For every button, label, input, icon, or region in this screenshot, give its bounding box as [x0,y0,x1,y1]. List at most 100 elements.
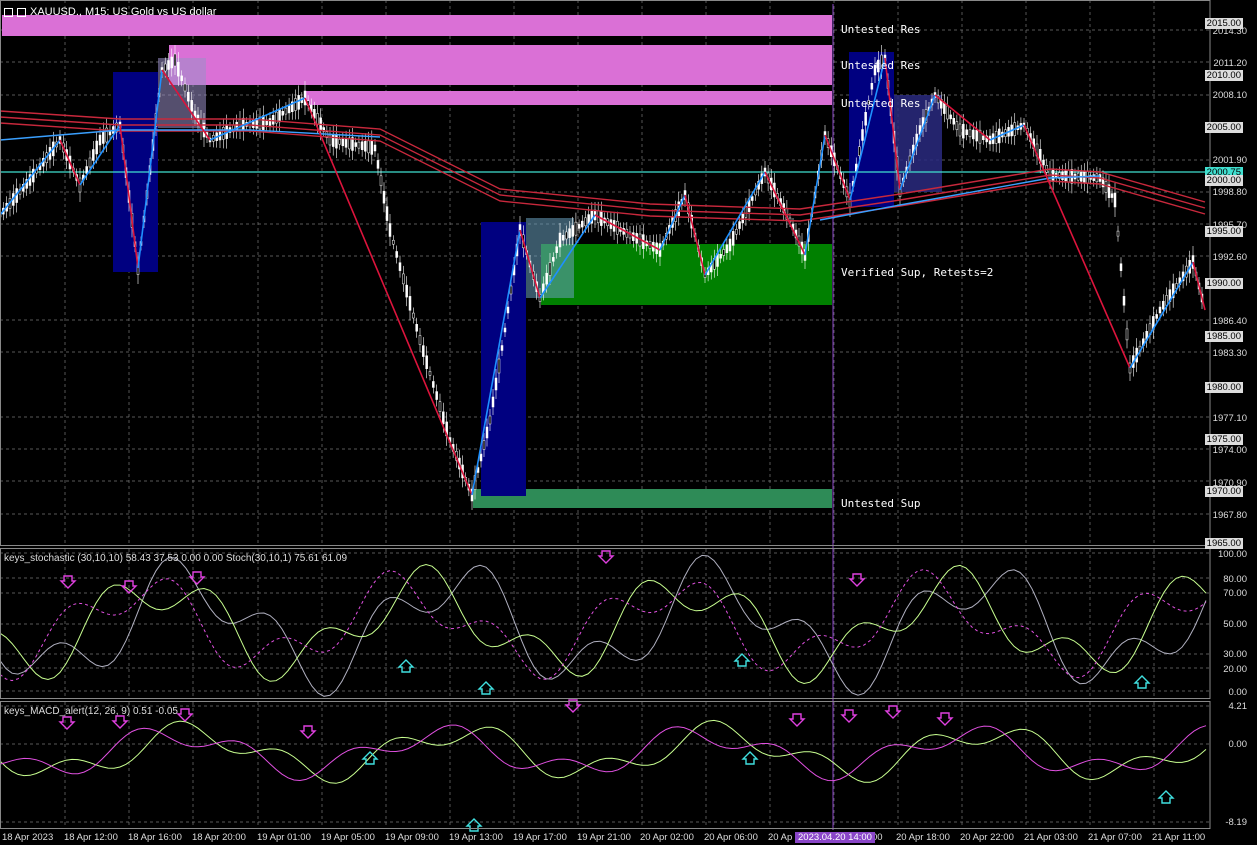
price-tag: 1965.00 [1204,538,1243,549]
time-label: 21 Apr 07:00 [1088,832,1142,843]
candle-body [167,60,170,70]
candle-body [952,118,955,125]
candle-body [354,142,357,147]
candle-body [735,228,738,235]
chart-canvas[interactable] [0,0,1257,845]
candle-body [428,371,432,376]
candle-body [479,453,483,462]
zone-label-sup-untested: Untested Sup [841,497,921,510]
macd-axis-label: 4.21 [1228,701,1248,712]
candle-body [506,306,510,314]
price-tag: 2000.00 [1204,175,1243,186]
arrow-up-icon [733,653,751,667]
candle-body [271,115,275,125]
candle-body [958,123,962,137]
time-label: 18 Apr 2023 [2,832,54,843]
candle-body [294,98,297,111]
price-tag: 1995.00 [1204,226,1243,237]
candle-body [561,234,565,241]
candle-body [1104,181,1108,193]
zone-label-res-3: Untested Res [841,97,921,110]
arrow-down-icon [176,708,194,722]
impulse-box [481,222,526,496]
price-label: 2001.90 [1212,155,1247,166]
candle-body [398,262,402,271]
candle-body [438,401,442,412]
candle-body [170,56,173,69]
candle-body [102,131,105,144]
candle-body [1122,296,1126,306]
macd-label: keys_MACD_alert(12, 26, 9) 0.51 -0.05 [4,706,178,717]
chart-window-icon-2[interactable] [17,7,26,17]
candle-body [1116,230,1120,237]
candle-body [728,238,732,252]
time-label: 19 Apr 01:00 [257,832,311,843]
candle-body [719,254,722,259]
candle-body [975,129,978,142]
time-label: 20 Apr 18:00 [896,832,950,843]
candle-body [425,355,428,369]
arrow-down-icon [936,712,954,726]
arrow-down-icon [840,709,858,723]
candle-body [548,262,552,276]
candle-body [376,160,380,169]
arrow-down-icon [848,573,866,587]
price-tag: 2015.00 [1204,18,1243,29]
candle-body [415,324,418,332]
candle-body [861,129,864,141]
candle-body [348,137,351,150]
time-label: 20 Apr 02:00 [640,832,694,843]
candle-body [744,206,748,218]
time-label: 18 Apr 20:00 [192,832,246,843]
resistance-zone [305,91,832,105]
stoch-main-line [0,554,1207,697]
arrow-up-icon [465,818,483,832]
price-tag: 2005.00 [1204,122,1243,133]
macd-axis-label: 0.00 [1228,739,1248,750]
candle-body [558,232,562,248]
support-zone [541,244,832,305]
candle-body [177,61,180,77]
candle-body [1110,193,1114,198]
price-label: 1967.80 [1212,510,1247,521]
zigzag-line [304,97,473,496]
candle-body [494,377,498,391]
candle-body [331,134,335,147]
time-label: 20 Apr 06:00 [704,832,758,843]
time-label: 18 Apr 16:00 [128,832,182,843]
chart-window-icon[interactable] [4,7,13,17]
candle-body [577,224,581,229]
candle-body [1125,328,1129,341]
time-label: 19 Apr 17:00 [513,832,567,843]
candle-body [568,228,571,238]
candle-body [497,358,501,374]
chart-title: XAUUSD., M15: US Gold vs US dollar [4,6,216,18]
candle-body [388,223,392,237]
candle-body [335,133,338,149]
price-label: 1974.00 [1212,445,1247,456]
stoch-axis-label: 70.00 [1223,588,1247,599]
candle-body [338,138,341,145]
arrow-up-icon [1133,675,1151,689]
candle-body [435,391,438,400]
candle-body [552,257,555,262]
arrow-down-icon [299,725,317,739]
candle-body [858,146,861,156]
candle-body [402,273,405,285]
zigzag-line [1023,124,1131,369]
time-label: 21 Apr 11:00 [1152,832,1206,843]
candle-body [316,113,319,125]
candle-body [281,111,284,116]
stoch-dashed-line [0,568,1207,682]
stochastic-label: keys_stochastic (30,10,10) 58.43 37.53 0… [4,553,348,564]
candle-body [500,345,504,351]
time-label: 19 Apr 13:00 [449,832,503,843]
arrow-down-icon [58,716,76,730]
candle-body [432,381,435,388]
candle-body [405,284,408,298]
candle-body [722,249,725,256]
time-label: 19 Apr 05:00 [321,832,375,843]
candle-body [187,91,190,102]
candle-body [949,114,952,120]
candle-body [408,296,412,311]
